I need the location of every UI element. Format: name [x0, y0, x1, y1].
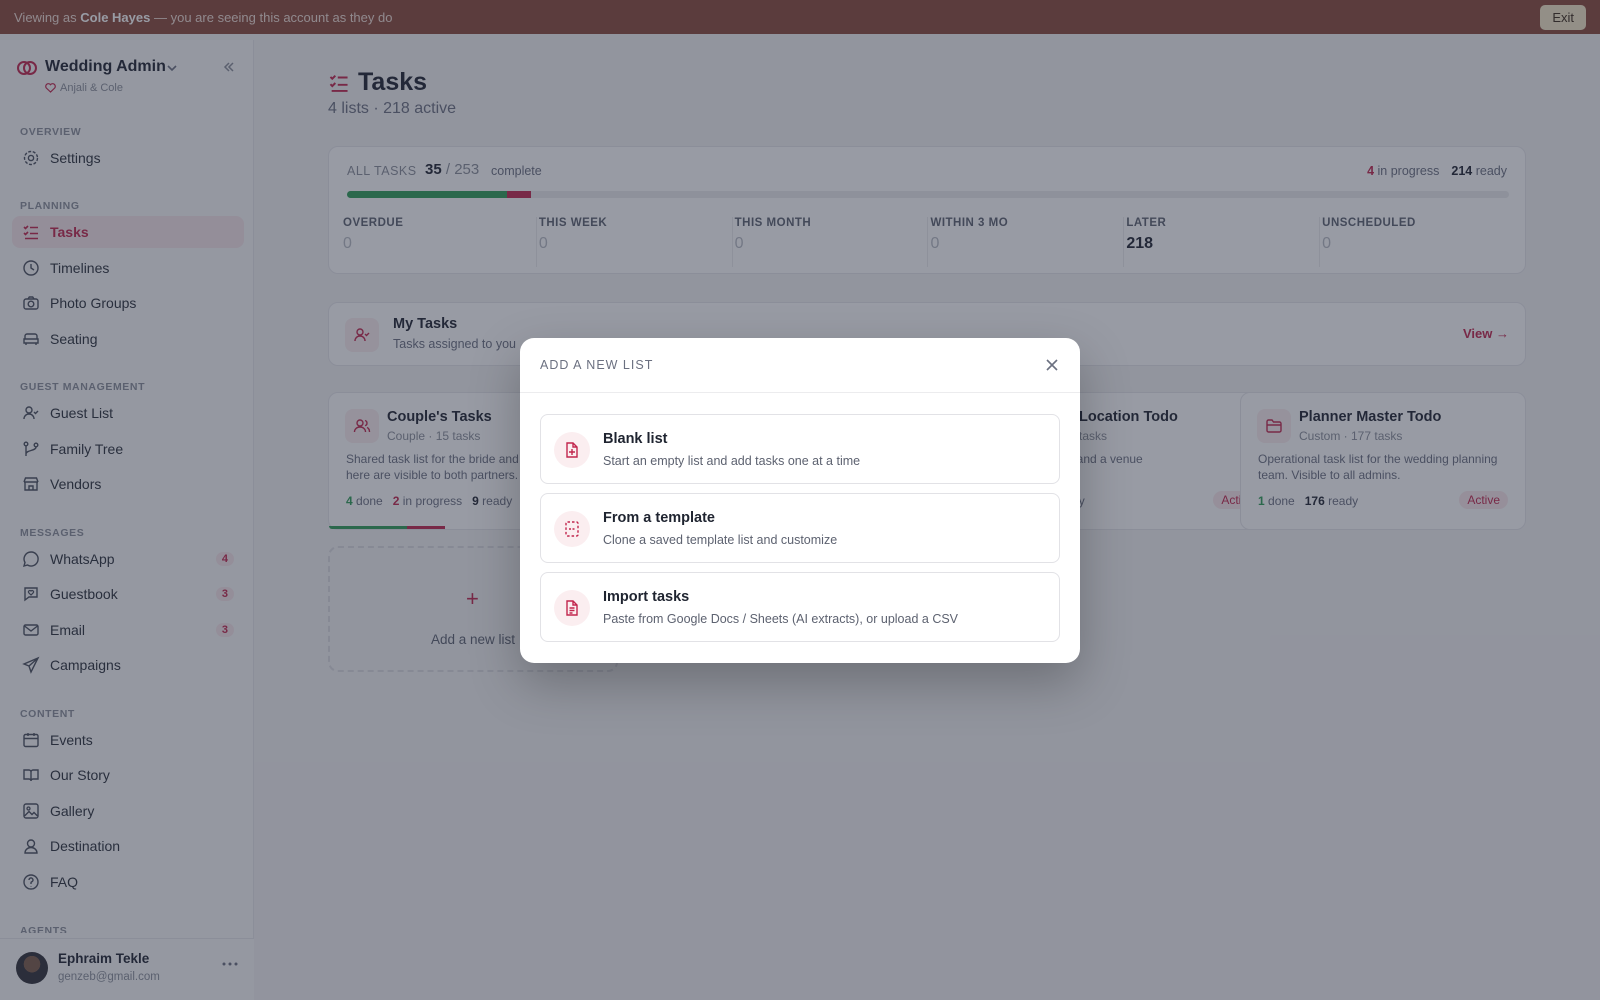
template-dashed-icon: [554, 511, 590, 547]
close-icon[interactable]: [1044, 357, 1060, 373]
file-text-icon: [554, 590, 590, 626]
file-plus-icon: [554, 432, 590, 468]
modal-title: ADD A NEW LIST: [540, 358, 654, 372]
option-title: From a template: [603, 510, 715, 526]
option-blank-list[interactable]: Blank list Start an empty list and add t…: [540, 414, 1060, 484]
option-subtitle: Clone a saved template list and customiz…: [603, 533, 838, 547]
option-title: Import tasks: [603, 589, 690, 605]
modal-header: ADD A NEW LIST: [520, 338, 1080, 393]
add-list-modal: ADD A NEW LIST Blank list Start an empty…: [520, 338, 1080, 663]
option-subtitle: Start an empty list and add tasks one at…: [603, 454, 861, 468]
option-title: Blank list: [603, 431, 668, 447]
option-import-tasks[interactable]: Import tasks Paste from Google Docs / Sh…: [540, 572, 1060, 642]
option-from-template[interactable]: From a template Clone a saved template l…: [540, 493, 1060, 563]
option-subtitle: Paste from Google Docs / Sheets (AI extr…: [603, 612, 959, 626]
